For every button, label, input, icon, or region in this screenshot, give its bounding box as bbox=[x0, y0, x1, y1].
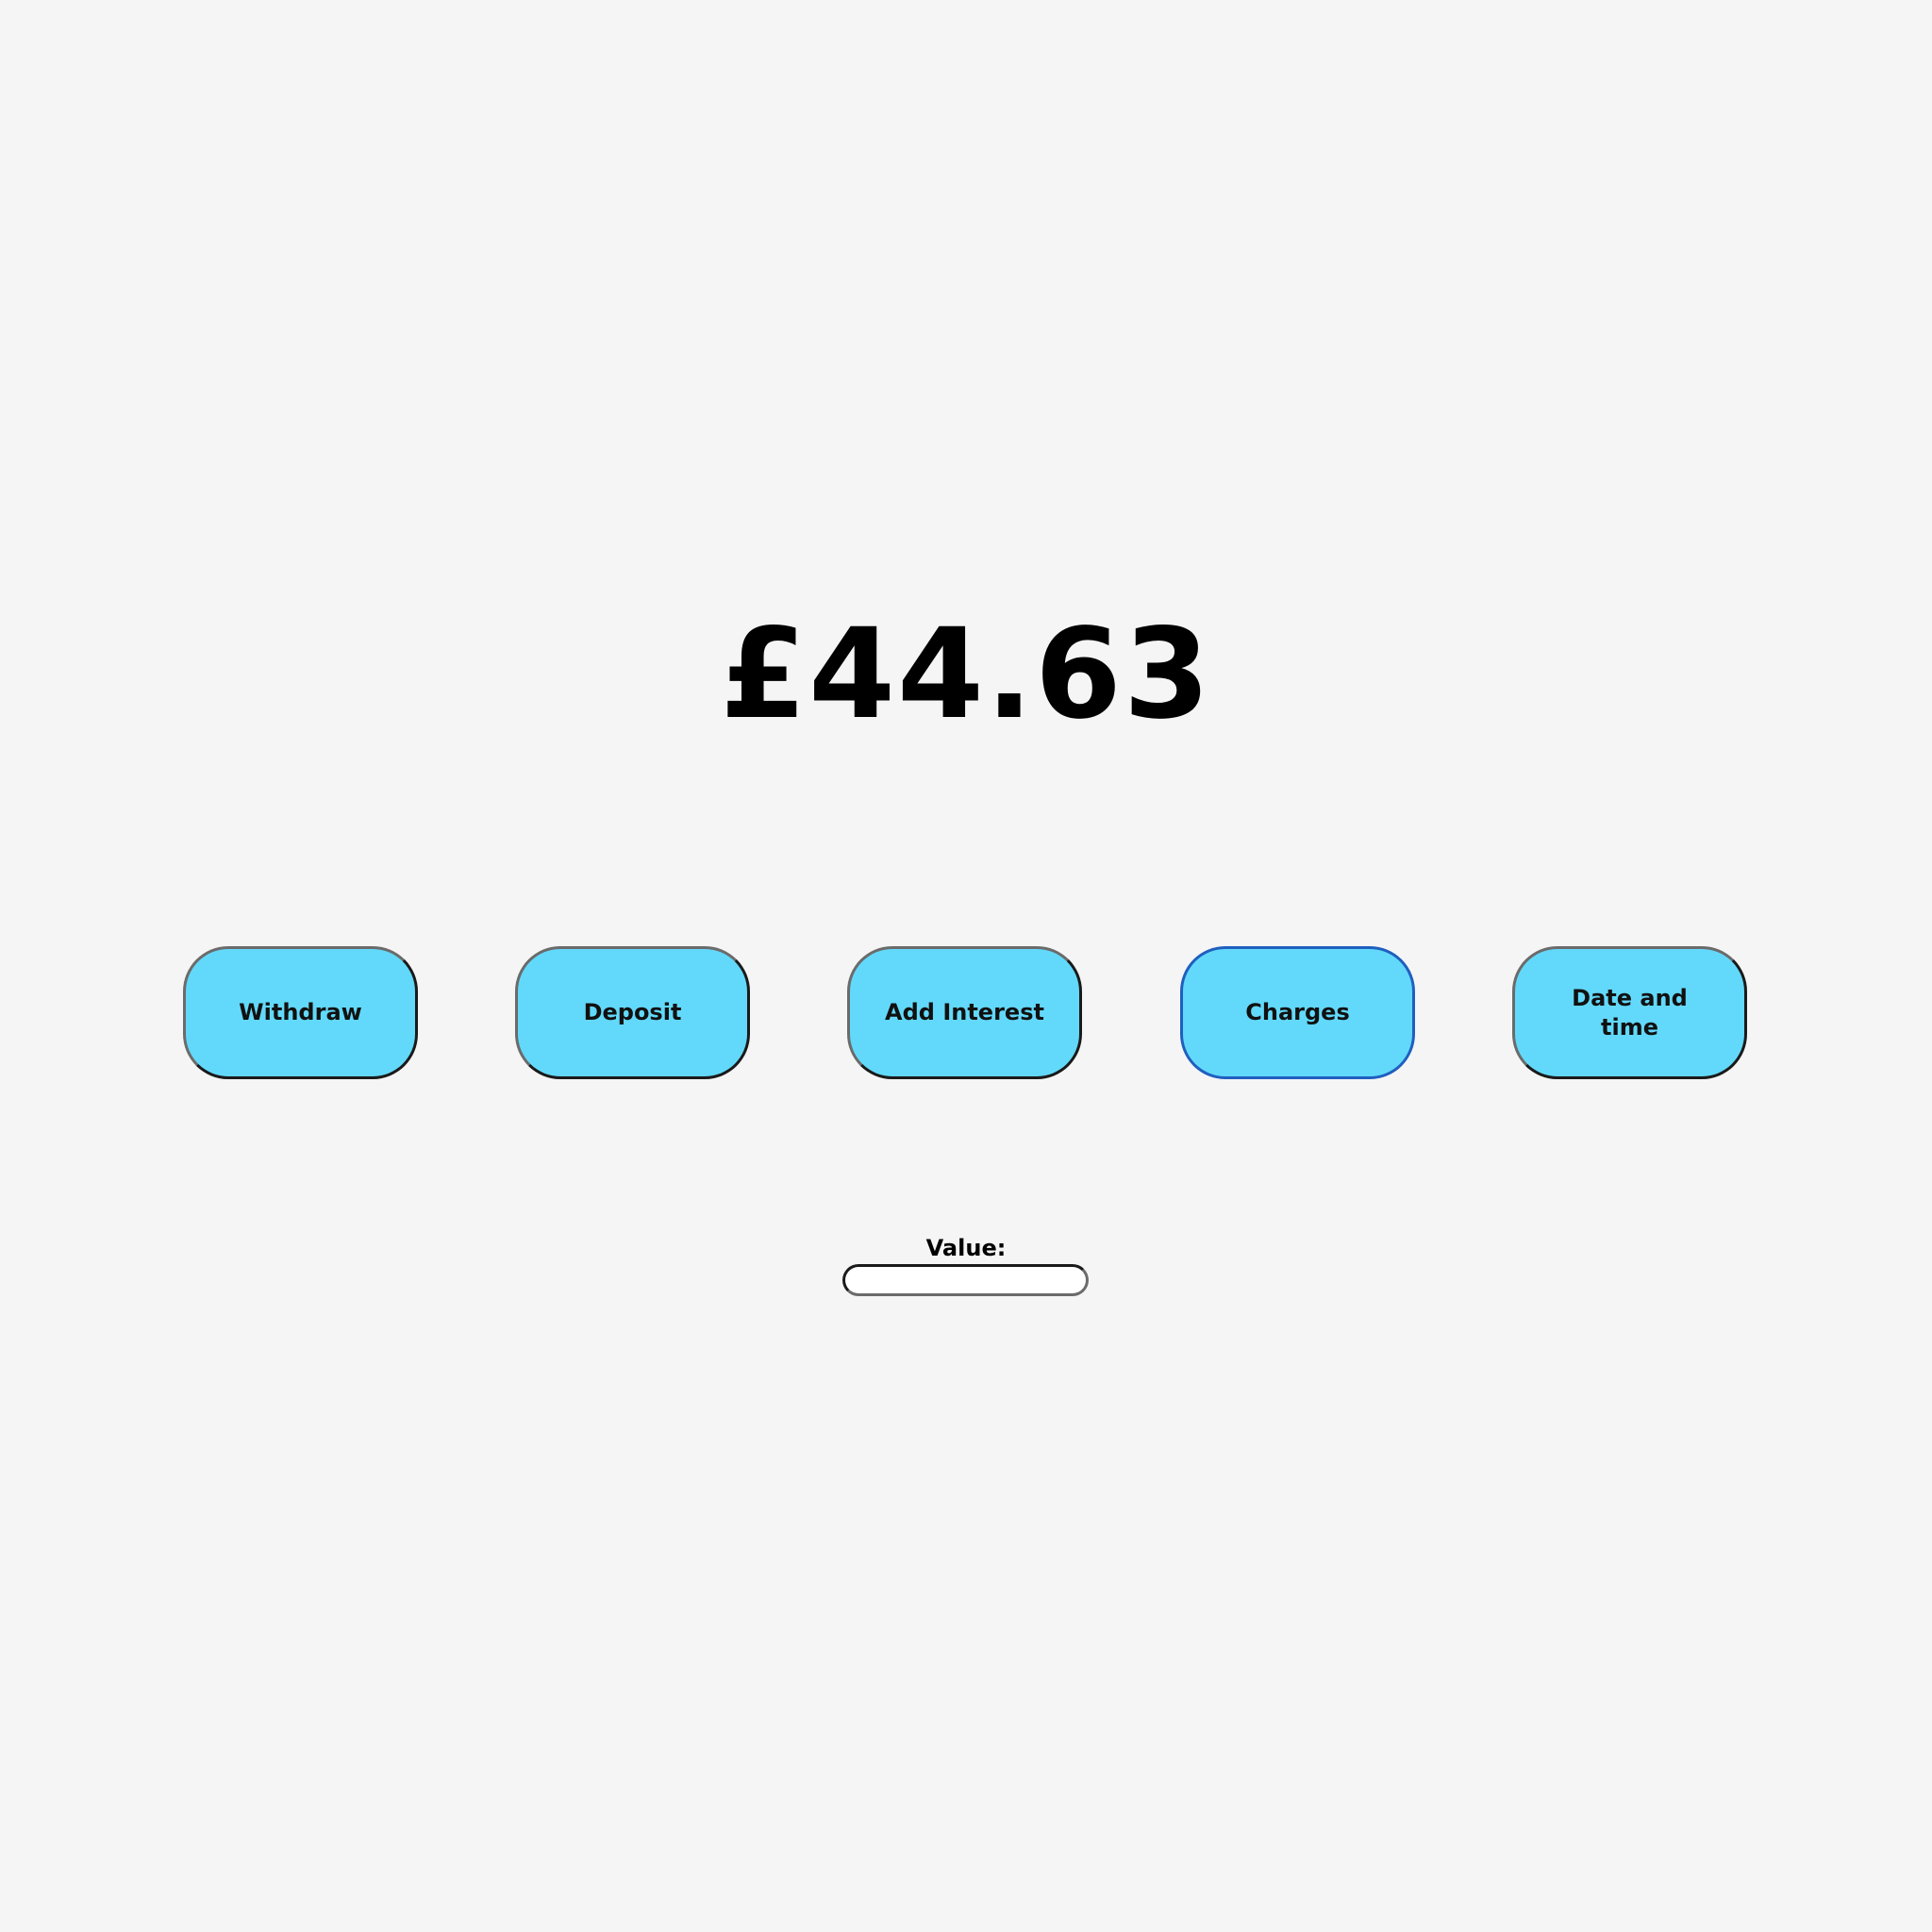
value-label: Value: bbox=[925, 1235, 1007, 1261]
balance-display: £44.63 bbox=[720, 602, 1212, 747]
deposit-button[interactable]: Deposit bbox=[515, 946, 750, 1079]
add-interest-button[interactable]: Add Interest bbox=[847, 946, 1082, 1079]
value-input[interactable] bbox=[842, 1264, 1089, 1296]
withdraw-button[interactable]: Withdraw bbox=[183, 946, 418, 1079]
date-and-time-button[interactable]: Date and time bbox=[1512, 946, 1747, 1079]
charges-button[interactable]: Charges bbox=[1180, 946, 1415, 1079]
